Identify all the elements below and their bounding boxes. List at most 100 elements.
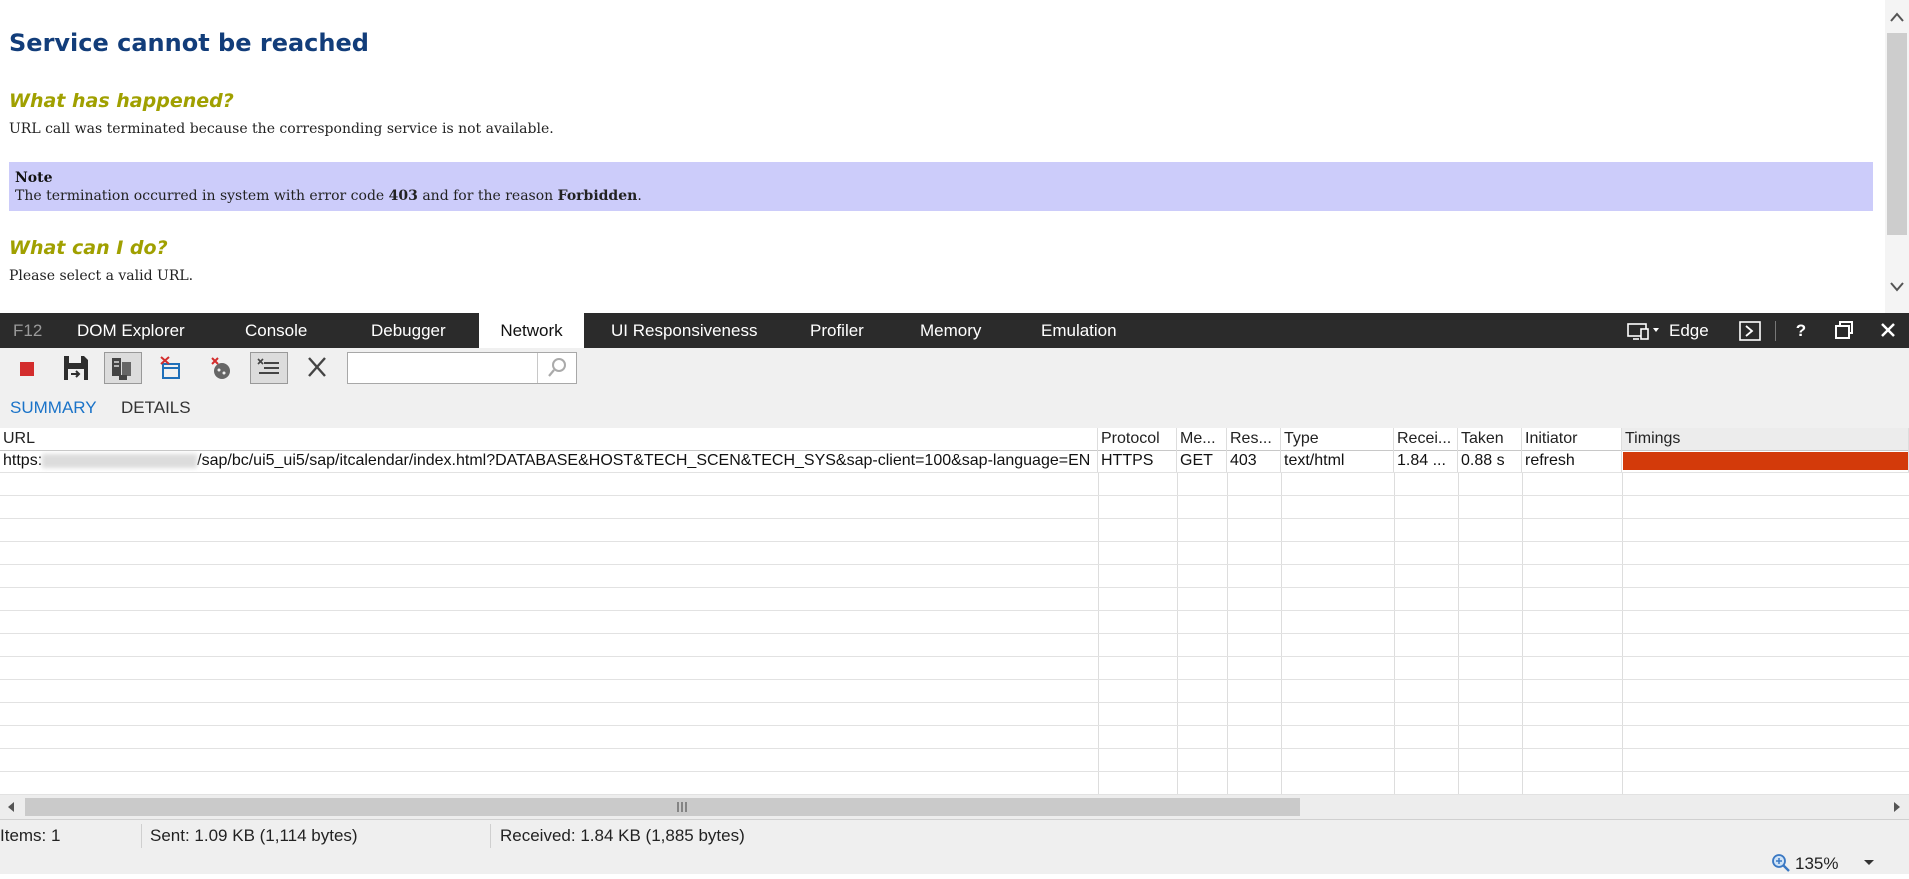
tab-profiler[interactable]: Profiler (810, 313, 864, 348)
empty-cell (1458, 473, 1523, 495)
empty-cell (1622, 634, 1909, 656)
empty-cell (0, 703, 1099, 725)
cell-type: text/html (1281, 450, 1394, 472)
column-header-protocol[interactable]: Protocol (1098, 428, 1177, 450)
section-text-what-can-i-do: Please select a valid URL. (9, 268, 194, 284)
empty-table-row (0, 611, 1909, 634)
empty-cell (1394, 634, 1459, 656)
empty-cell (1522, 565, 1623, 587)
empty-cell (1458, 542, 1523, 564)
empty-cell (0, 542, 1099, 564)
empty-cell (1098, 496, 1178, 518)
empty-cell (1394, 473, 1459, 495)
tab-dom-explorer[interactable]: DOM Explorer (77, 313, 185, 348)
empty-cell (1458, 565, 1523, 587)
cell-timings (1622, 450, 1909, 472)
search-button[interactable] (537, 353, 576, 383)
tab-debugger[interactable]: Debugger (371, 313, 446, 348)
timing-bar[interactable] (1623, 452, 1908, 470)
scroll-left-icon[interactable] (6, 798, 16, 819)
empty-cell (1622, 749, 1909, 771)
clear-entries-on-navigate-button[interactable] (250, 352, 288, 384)
empty-cell (0, 519, 1099, 541)
empty-cell (1522, 703, 1623, 725)
note-box: Note The termination occurred in system … (9, 162, 1873, 211)
page-vertical-scrollbar[interactable] (1885, 0, 1909, 313)
undock-icon[interactable] (1829, 313, 1859, 348)
zoom-icon[interactable] (1770, 852, 1792, 879)
tab-emulation[interactable]: Emulation (1041, 313, 1117, 348)
tab-network[interactable]: Network (479, 313, 584, 348)
empty-table-row (0, 726, 1909, 749)
close-icon[interactable] (1873, 313, 1903, 348)
status-bar: Items: 1 Sent: 1.09 KB (1,114 bytes) Rec… (0, 819, 1909, 852)
scroll-up-icon[interactable] (1889, 10, 1905, 26)
empty-cell (1177, 565, 1228, 587)
page-scroll-thumb[interactable] (1887, 33, 1907, 235)
section-heading-what-happened: What has happened? (9, 90, 234, 112)
cell-received: 1.84 ... (1394, 450, 1458, 472)
zoom-dropdown-icon[interactable] (1862, 854, 1876, 875)
empty-cell (1177, 611, 1228, 633)
scroll-down-icon[interactable] (1889, 280, 1905, 296)
empty-cell (1622, 703, 1909, 725)
empty-cell (1622, 680, 1909, 702)
subtab-summary[interactable]: SUMMARY (10, 398, 97, 418)
empty-table-row (0, 657, 1909, 680)
export-button[interactable] (57, 352, 95, 384)
tab-ui-responsiveness[interactable]: UI Responsiveness (611, 313, 757, 348)
empty-table-row (0, 703, 1909, 726)
empty-cell (1458, 772, 1523, 794)
empty-cell (1622, 565, 1909, 587)
empty-cell (1177, 749, 1228, 771)
target-dropdown-button[interactable] (1622, 313, 1666, 348)
empty-cell (1098, 542, 1178, 564)
column-header-method[interactable]: Me... (1177, 428, 1227, 450)
document-mode-label[interactable]: Edge (1669, 313, 1719, 348)
help-icon[interactable]: ? (1786, 313, 1816, 348)
empty-cell (1622, 588, 1909, 610)
note-title: Note (15, 170, 53, 186)
subtab-details[interactable]: DETAILS (121, 398, 191, 418)
empty-cell (1227, 496, 1282, 518)
column-header-url[interactable]: URL (0, 428, 1098, 450)
empty-cell (1458, 703, 1523, 725)
column-header-timings[interactable]: Timings (1622, 428, 1909, 450)
tab-console[interactable]: Console (245, 313, 307, 348)
column-header-taken[interactable]: Taken (1458, 428, 1522, 450)
table-horizontal-scrollbar[interactable] (0, 795, 1909, 819)
empty-cell (0, 772, 1099, 794)
tab-memory[interactable]: Memory (920, 313, 981, 348)
clear-cookies-button[interactable] (202, 352, 240, 384)
empty-cell (1522, 588, 1623, 610)
empty-cell (1394, 726, 1459, 748)
redacted-host (42, 453, 198, 468)
table-scroll-thumb[interactable] (25, 798, 1300, 816)
empty-cell (1227, 565, 1282, 587)
status-divider (490, 824, 491, 848)
clear-session-button[interactable] (299, 352, 337, 384)
zoom-level[interactable]: 135% (1795, 854, 1838, 874)
clear-cache-button[interactable] (153, 352, 191, 384)
empty-cell (1394, 565, 1459, 587)
empty-cell (1281, 542, 1395, 564)
stop-icon (20, 362, 34, 376)
table-row[interactable]: https:/sap/bc/ui5_ui5/sap/itcalendar/ind… (0, 450, 1909, 473)
empty-cell (0, 588, 1099, 610)
column-header-initiator[interactable]: Initiator (1522, 428, 1622, 450)
filter-field[interactable] (347, 352, 577, 384)
column-header-type[interactable]: Type (1281, 428, 1394, 450)
empty-cell (1281, 703, 1395, 725)
column-header-received[interactable]: Recei... (1394, 428, 1458, 450)
empty-cell (1522, 680, 1623, 702)
empty-cell (1227, 542, 1282, 564)
always-refresh-button[interactable] (104, 352, 142, 384)
empty-cell (1098, 703, 1178, 725)
empty-cell (1281, 680, 1395, 702)
column-header-result[interactable]: Res... (1227, 428, 1281, 450)
empty-cell (1177, 680, 1228, 702)
scroll-right-icon[interactable] (1892, 798, 1902, 819)
stop-capture-button[interactable] (8, 352, 46, 384)
console-toggle-icon[interactable] (1735, 313, 1765, 348)
filter-input[interactable] (350, 355, 540, 381)
